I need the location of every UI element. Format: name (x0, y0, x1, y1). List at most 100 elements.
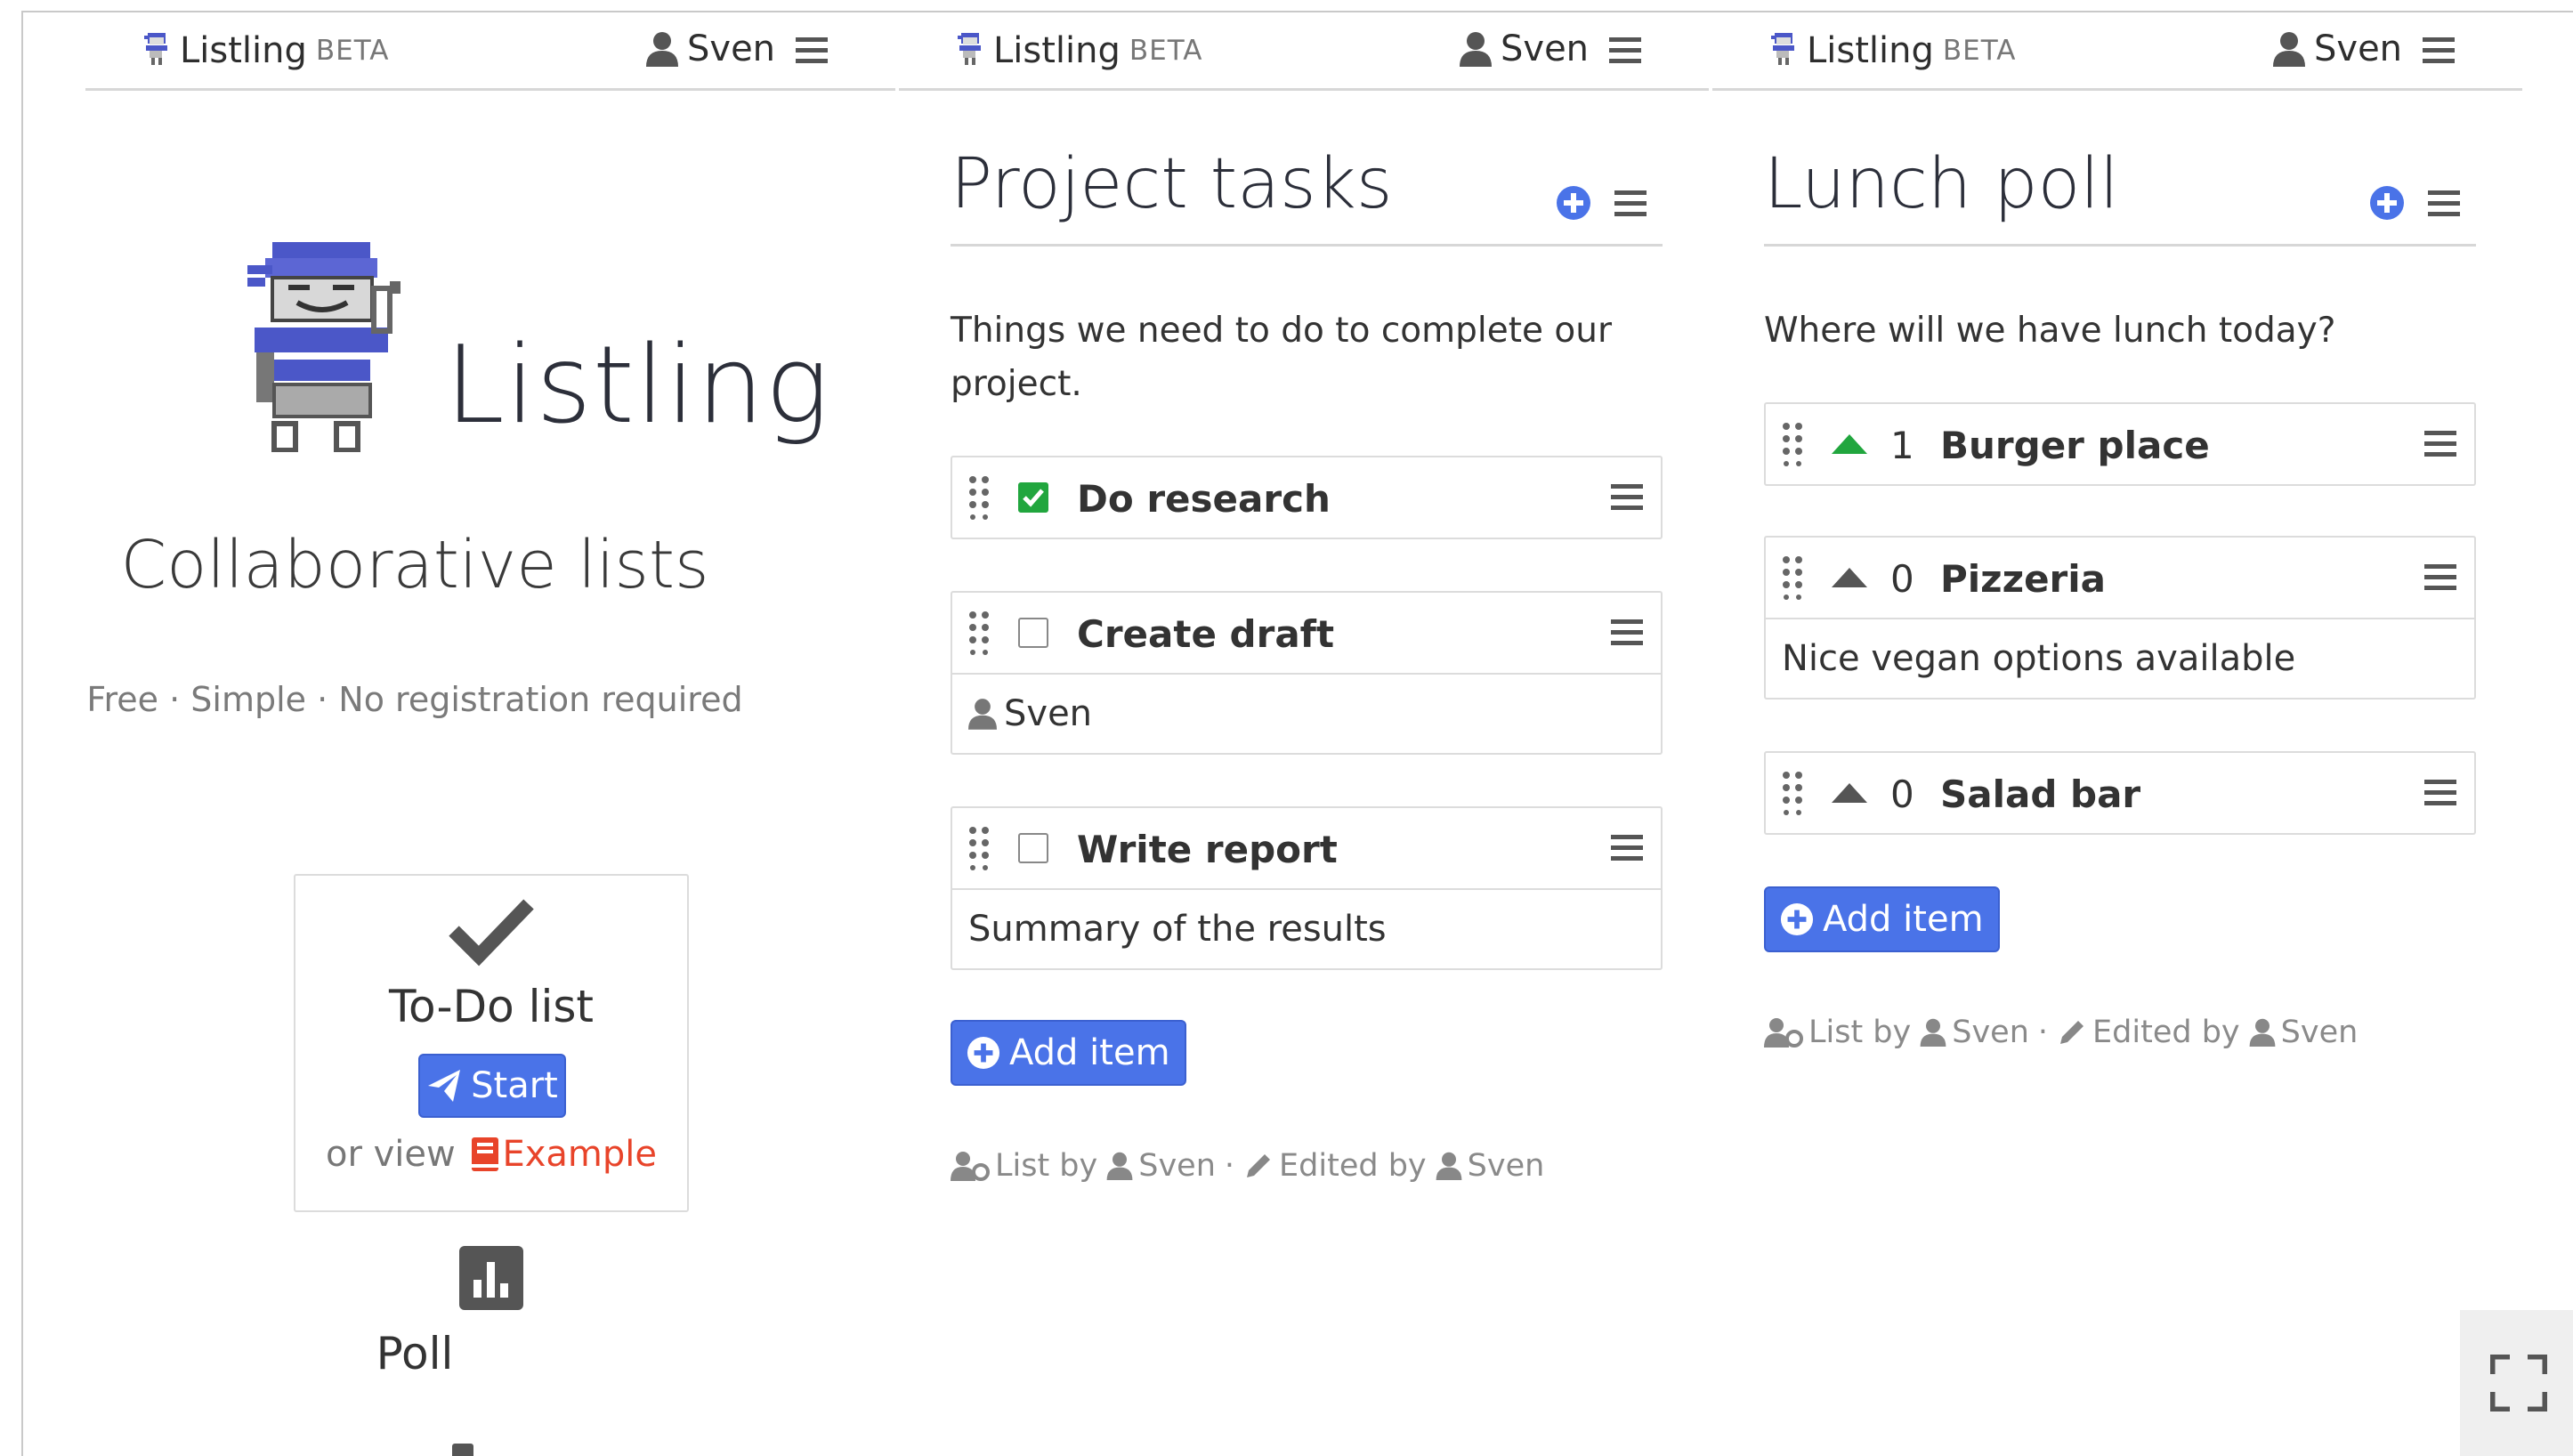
list-by-label: List by (995, 1148, 1098, 1184)
bar-chart-icon[interactable] (459, 1246, 523, 1310)
item-menu-icon[interactable] (2424, 431, 2456, 457)
plus-circle-icon (1780, 902, 1814, 936)
vote-up-icon[interactable] (1832, 566, 1867, 589)
plus-circle-icon (967, 1036, 1000, 1070)
separator: · (1224, 1148, 1235, 1184)
list-menu-icon[interactable] (2428, 190, 2460, 217)
item-note: Summary of the results (952, 888, 1661, 968)
add-item-button[interactable]: Add item (1764, 886, 2000, 952)
top-bar: Listling BETA Sven (899, 11, 1709, 91)
list-title: Lunch poll (1764, 144, 2119, 224)
item-menu-icon[interactable] (2424, 780, 2456, 806)
menu-icon[interactable] (2423, 37, 2455, 64)
item-text: Write report (1077, 828, 1338, 871)
checkbox-icon[interactable] (1018, 833, 1048, 863)
listling-logo-icon (144, 33, 167, 65)
brand-link[interactable]: Listling BETA (144, 30, 389, 71)
poll-item[interactable]: 0 Salad bar (1764, 751, 2476, 835)
brand-name: Listling (993, 30, 1121, 71)
user-menu[interactable]: Sven (1460, 28, 1589, 69)
beta-badge: BETA (1129, 35, 1203, 67)
drag-handle-icon[interactable] (1782, 555, 1803, 600)
drag-handle-icon[interactable] (968, 826, 990, 870)
item-menu-icon[interactable] (2424, 564, 2456, 591)
item-text: Create draft (1077, 612, 1335, 656)
todo-list-card[interactable]: To-Do list Start or view Example (294, 874, 689, 1212)
example-label: Example (502, 1134, 657, 1175)
item-menu-icon[interactable] (1611, 484, 1643, 511)
editor-name[interactable]: Sven (2281, 1015, 2359, 1050)
lunch-poll-panel: Listling BETA Sven Lunch poll Where will… (1712, 11, 2522, 1456)
start-label: Start (471, 1065, 558, 1106)
brand-name: Listling (1807, 30, 1934, 71)
example-link[interactable]: Example (466, 1134, 657, 1175)
poll-item[interactable]: 0 Pizzeria Nice vegan options available (1764, 536, 2476, 700)
vote-count: 0 (1890, 557, 1914, 601)
brand-link[interactable]: Listling BETA (958, 30, 1202, 71)
pencil-icon (1247, 1154, 1271, 1177)
item-menu-icon[interactable] (1611, 835, 1643, 861)
brand-link[interactable]: Listling BETA (1771, 30, 2016, 71)
user-name: Sven (1501, 28, 1590, 69)
list-item[interactable]: Create draft Sven (951, 591, 1663, 755)
list-item[interactable]: Do research (951, 456, 1663, 539)
or-view-line: or view Example (295, 1134, 687, 1175)
menu-icon[interactable] (796, 37, 828, 64)
title-divider (1764, 244, 2476, 247)
fullscreen-button[interactable] (2460, 1310, 2573, 1456)
vote-up-icon[interactable] (1832, 781, 1867, 805)
item-menu-icon[interactable] (1611, 619, 1643, 646)
list-item[interactable]: Write report Summary of the results (951, 806, 1663, 970)
list-menu-icon[interactable] (1614, 190, 1647, 217)
drag-handle-icon[interactable] (968, 611, 990, 655)
user-icon (646, 32, 678, 67)
list-description: Where will we have lunch today? (1764, 311, 2336, 351)
add-item-label: Add item (1823, 899, 1984, 940)
poll-label[interactable]: Poll (85, 1328, 744, 1379)
editor-name[interactable]: Sven (1468, 1148, 1545, 1184)
user-name: Sven (2314, 28, 2403, 69)
plus-circle-icon[interactable] (2369, 185, 2405, 221)
user-icon (2273, 32, 2305, 67)
card-title: To-Do list (388, 981, 595, 1032)
users-cog-icon (951, 1152, 990, 1181)
paper-plane-icon (428, 1070, 461, 1102)
vote-up-icon[interactable] (1832, 433, 1867, 456)
home-panel: Listling BETA Sven Listling Collaborativ… (85, 11, 895, 1456)
user-icon (2249, 1018, 2276, 1047)
poll-item[interactable]: 1 Burger place (1764, 402, 2476, 486)
listling-logo-icon (958, 33, 981, 65)
logo-text: Listling (445, 324, 830, 448)
item-assignee: Sven (952, 673, 1661, 753)
listling-robot-logo (247, 242, 401, 452)
user-icon (1920, 1018, 1946, 1047)
drag-handle-icon[interactable] (1782, 771, 1803, 815)
user-icon (1436, 1152, 1462, 1180)
drag-handle-icon[interactable] (968, 475, 990, 520)
add-item-button[interactable]: Add item (951, 1020, 1186, 1086)
menu-icon[interactable] (1609, 37, 1641, 64)
tagline: Collaborative lists (120, 527, 709, 603)
project-tasks-panel: Listling BETA Sven Project tasks Things … (899, 11, 1709, 1456)
drag-handle-icon[interactable] (1782, 422, 1803, 466)
user-icon (1106, 1152, 1133, 1180)
user-name: Sven (687, 28, 776, 69)
plus-circle-icon[interactable] (1556, 185, 1591, 221)
edited-by-label: Edited by (2092, 1015, 2240, 1050)
start-button[interactable]: Start (418, 1054, 566, 1118)
owner-name[interactable]: Sven (1138, 1148, 1216, 1184)
list-by-label: List by (1808, 1015, 1912, 1050)
users-cog-icon (1764, 1018, 1803, 1048)
item-text: Pizzeria (1940, 557, 2107, 601)
item-text: Salad bar (1940, 772, 2141, 816)
vote-count: 1 (1890, 424, 1914, 467)
list-description: Things we need to do to complete our pro… (951, 311, 1612, 404)
user-menu[interactable]: Sven (2273, 28, 2402, 69)
owner-name[interactable]: Sven (1952, 1015, 2029, 1050)
user-menu[interactable]: Sven (646, 28, 775, 69)
brand-name: Listling (180, 30, 307, 71)
checkbox-icon[interactable] (1018, 618, 1048, 648)
or-view-text: or view (325, 1134, 456, 1175)
checkbox-icon[interactable] (1018, 482, 1048, 513)
next-item-peek (452, 1444, 473, 1456)
